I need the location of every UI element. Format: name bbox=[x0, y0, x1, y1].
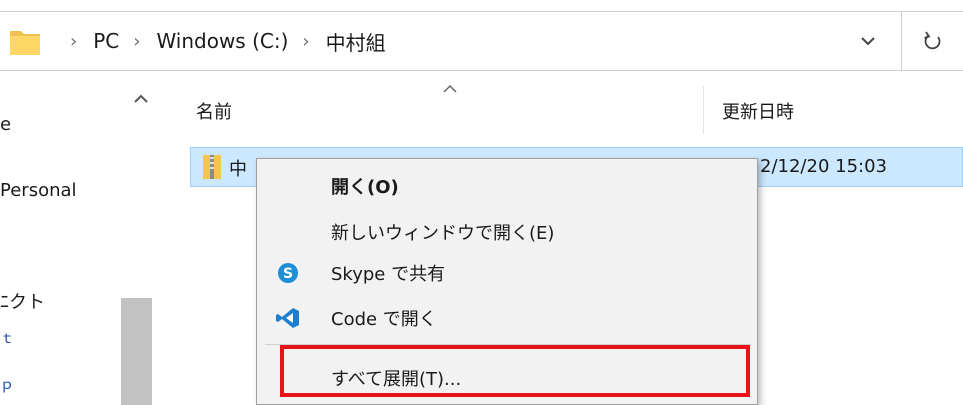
refresh-button[interactable] bbox=[902, 11, 963, 71]
breadcrumb-item-folder[interactable]: 中村組 bbox=[320, 27, 392, 56]
refresh-icon bbox=[923, 31, 940, 50]
menu-item-label: Skype で共有 bbox=[331, 264, 446, 285]
vscode-icon bbox=[276, 308, 299, 328]
breadcrumb-separator[interactable]: › bbox=[125, 31, 150, 52]
sort-ascending-icon bbox=[443, 84, 457, 93]
zip-folder-icon bbox=[203, 155, 221, 179]
menu-item-label: 開く(O) bbox=[331, 177, 399, 198]
nav-item[interactable]: ｔ bbox=[0, 328, 14, 348]
nav-item[interactable]: e bbox=[0, 114, 11, 135]
address-bar[interactable]: › PC › Windows (C:) › 中村組 bbox=[0, 11, 902, 71]
svg-text:S: S bbox=[283, 266, 293, 282]
nav-item-personal[interactable]: Personal bbox=[0, 180, 77, 201]
skype-icon: S bbox=[278, 263, 298, 283]
menu-item-skype-share[interactable]: S Skype で共有 bbox=[257, 252, 757, 294]
breadcrumb-separator[interactable]: › bbox=[294, 31, 319, 52]
file-name[interactable]: 中 bbox=[229, 155, 247, 181]
nav-scrollbar-thumb[interactable] bbox=[121, 298, 152, 405]
file-modified-date: 2/12/20 15:03 bbox=[760, 156, 887, 177]
column-header-name[interactable]: 名前 bbox=[196, 98, 232, 124]
menu-item-label: Code で開く bbox=[331, 309, 437, 330]
chevron-down-icon bbox=[861, 37, 875, 46]
address-history-button[interactable] bbox=[835, 12, 901, 70]
column-divider[interactable] bbox=[703, 86, 704, 134]
menu-item-open-new-window[interactable]: 新しいウィンドウで開く(E) bbox=[257, 211, 757, 253]
scroll-up-icon[interactable] bbox=[134, 94, 148, 104]
breadcrumb-item-drive[interactable]: Windows (C:) bbox=[150, 29, 294, 53]
breadcrumb: › PC › Windows (C:) › 中村組 bbox=[62, 12, 392, 70]
menu-item-open-with-code[interactable]: Code で開く bbox=[257, 297, 757, 339]
nav-item[interactable]: ｐ bbox=[0, 374, 14, 394]
menu-item-open[interactable]: 開く(O) bbox=[257, 165, 757, 207]
breadcrumb-item-pc[interactable]: PC bbox=[87, 29, 125, 53]
highlight-box bbox=[280, 345, 750, 397]
folder-icon bbox=[10, 31, 40, 55]
address-bar-row: › PC › Windows (C:) › 中村組 bbox=[0, 0, 963, 84]
menu-item-label: 新しいウィンドウで開く(E) bbox=[331, 223, 555, 244]
breadcrumb-separator[interactable]: › bbox=[62, 31, 87, 52]
nav-item[interactable]: ﾆクト bbox=[0, 288, 45, 314]
column-header-date[interactable]: 更新日時 bbox=[722, 98, 794, 124]
